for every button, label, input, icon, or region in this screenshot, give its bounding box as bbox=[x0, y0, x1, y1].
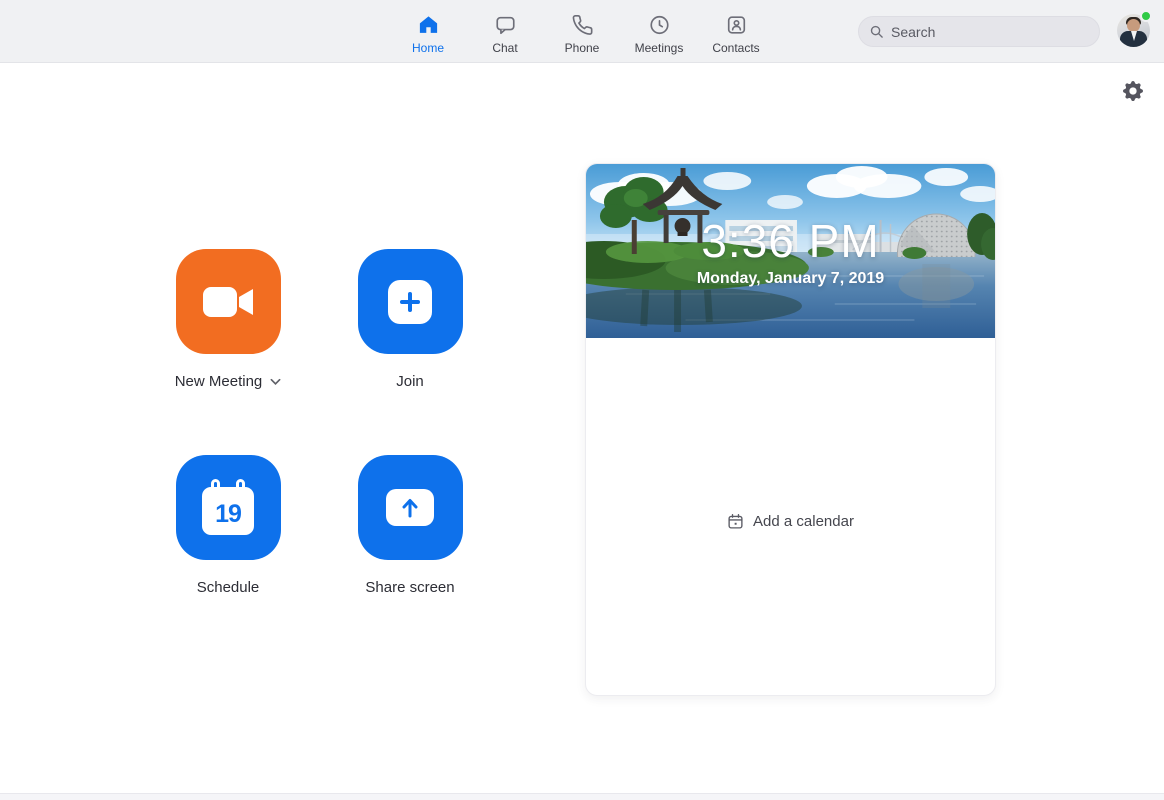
chevron-down-icon[interactable] bbox=[270, 378, 281, 386]
top-navigation-bar: Home Chat Phone bbox=[0, 0, 1164, 63]
join-button[interactable]: Join bbox=[330, 249, 490, 390]
schedule-label: Schedule bbox=[197, 579, 260, 596]
zoom-app-window: Home Chat Phone bbox=[0, 0, 1164, 800]
presence-status-dot bbox=[1140, 10, 1152, 22]
gear-icon bbox=[1123, 81, 1143, 101]
main-tabs: Home Chat Phone bbox=[390, 0, 775, 63]
tab-chat[interactable]: Chat bbox=[467, 0, 544, 63]
window-bottom-edge bbox=[0, 793, 1164, 800]
search-box bbox=[858, 16, 1100, 47]
contacts-icon bbox=[724, 13, 748, 37]
add-calendar-label: Add a calendar bbox=[753, 513, 854, 530]
add-calendar-button[interactable]: Add a calendar bbox=[586, 508, 995, 534]
meetings-clock-icon bbox=[647, 13, 671, 37]
settings-gear-button[interactable] bbox=[1120, 78, 1146, 104]
tab-contacts-label: Contacts bbox=[712, 41, 759, 55]
tab-contacts[interactable]: Contacts bbox=[698, 0, 775, 63]
tab-home[interactable]: Home bbox=[390, 0, 467, 63]
calendar-small-icon bbox=[727, 513, 744, 530]
arrow-up-icon bbox=[386, 489, 434, 526]
tab-meetings[interactable]: Meetings bbox=[621, 0, 698, 63]
plus-icon bbox=[388, 280, 432, 324]
schedule-button[interactable]: 19 Schedule bbox=[148, 455, 308, 596]
video-camera-icon bbox=[201, 281, 255, 323]
new-meeting-button[interactable]: New Meeting bbox=[148, 249, 308, 390]
tab-home-label: Home bbox=[412, 41, 444, 55]
clock-time: 3:36 PM bbox=[586, 214, 995, 268]
share-screen-button[interactable]: Share screen bbox=[330, 455, 490, 596]
new-meeting-label: New Meeting bbox=[175, 373, 263, 390]
phone-icon bbox=[570, 13, 594, 37]
tab-chat-label: Chat bbox=[492, 41, 517, 55]
home-icon bbox=[416, 13, 440, 37]
home-card: 3:36 PM Monday, January 7, 2019 Add a ca… bbox=[585, 163, 996, 696]
search-input[interactable] bbox=[891, 24, 1089, 40]
tab-phone-label: Phone bbox=[565, 41, 600, 55]
join-label: Join bbox=[396, 373, 424, 390]
calendar-icon: 19 bbox=[202, 487, 254, 535]
calendar-day-number: 19 bbox=[202, 500, 254, 529]
clock-photo-banner: 3:36 PM Monday, January 7, 2019 bbox=[586, 164, 995, 338]
search-icon bbox=[869, 24, 884, 39]
tab-meetings-label: Meetings bbox=[635, 41, 684, 55]
clock-date: Monday, January 7, 2019 bbox=[586, 270, 995, 288]
tab-phone[interactable]: Phone bbox=[544, 0, 621, 63]
share-screen-label: Share screen bbox=[365, 579, 454, 596]
chat-icon bbox=[493, 13, 517, 37]
